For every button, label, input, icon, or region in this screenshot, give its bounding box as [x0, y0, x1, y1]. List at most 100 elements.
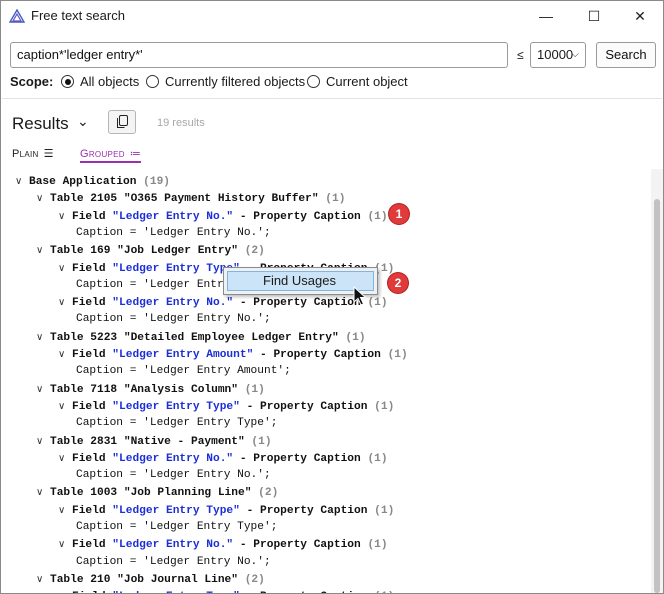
- tree-value-row: Caption = 'Ledger Entry No.';: [76, 311, 271, 328]
- search-button[interactable]: Search: [596, 42, 656, 68]
- caption-value: Caption = 'Ledger Entry No.';: [76, 555, 271, 568]
- title-bar: Free text search — ☐ ✕: [1, 1, 663, 31]
- field-property: - Property Caption: [233, 452, 361, 465]
- field-prefix: Field: [72, 539, 113, 552]
- tree-table-row[interactable]: ∨ Table 5223 "Detailed Employee Ledger En…: [36, 329, 366, 346]
- field-name: "Ledger Entry No.": [112, 539, 234, 552]
- field-name: "Ledger Entry No.": [112, 297, 234, 310]
- field-name: "Ledger Entry Type": [112, 504, 240, 517]
- table-name: Table 1003 "Job Planning Line": [50, 487, 252, 500]
- tree-table-row[interactable]: ∨ Table 2105 "O365 Payment History Buffer…: [36, 190, 345, 207]
- tree-field-row[interactable]: ∨ Field "Ledger Entry No." - Property Cap…: [58, 294, 388, 311]
- chevron-down-icon: ⌵: [571, 49, 579, 60]
- result-limit-select[interactable]: 10000 ⌵: [530, 42, 586, 68]
- minimize-button[interactable]: —: [523, 1, 569, 31]
- tree-group-row[interactable]: ∨ Base Application (19): [15, 173, 170, 190]
- results-tree: ∨ Base Application (19) ∨ Table 2105 "O365 …: [1, 169, 649, 593]
- field-prefix: Field: [72, 262, 113, 275]
- divider: [2, 98, 662, 99]
- match-count: (1): [374, 400, 395, 413]
- tree-value-row: Caption = 'Ledger Entry No.';: [76, 554, 271, 571]
- results-count: 19 results: [157, 117, 205, 129]
- tab-grouped[interactable]: Grouped ≔: [80, 147, 142, 163]
- field-name: "Ledger Entry No.": [112, 452, 234, 465]
- results-collapse-chevron-icon[interactable]: ⌄: [77, 113, 89, 130]
- match-count: (1): [367, 539, 388, 552]
- search-input[interactable]: caption*'ledger entry*': [10, 42, 508, 68]
- maximize-button[interactable]: ☐: [571, 1, 617, 31]
- callout-badge-2: 2: [388, 273, 408, 293]
- chevron-down-icon[interactable]: ∨: [58, 398, 72, 415]
- copy-results-button[interactable]: [108, 110, 136, 134]
- caption-value: Caption = 'Ledger Entry No.';: [76, 313, 271, 326]
- tree-field-row[interactable]: ∨ Field "Ledger Entry No." - Property Cap…: [58, 450, 388, 467]
- find-usages-menu-item[interactable]: Find Usages: [227, 271, 374, 291]
- tree-table-row[interactable]: ∨ Table 210 "Job Journal Line" (2): [36, 571, 265, 588]
- tree-value-row: Caption = 'Ledger Entry Type';: [76, 415, 277, 432]
- field-prefix: Field: [72, 297, 113, 310]
- field-name: "Ledger Entry Type": [112, 262, 240, 275]
- grouped-list-icon: ≔: [129, 148, 142, 160]
- chevron-down-icon[interactable]: ∨: [36, 381, 50, 398]
- tree-value-row: Caption = 'Ledger Entry No.';: [76, 467, 271, 484]
- chevron-down-icon[interactable]: ∨: [58, 588, 72, 593]
- caption-value: Caption = 'Ledger Entry Type';: [76, 521, 278, 533]
- caption-value: Caption = 'Ledger Entry No.';: [76, 226, 271, 239]
- tree-field-row[interactable]: ∨Field "Ledger Entry Type" - Property Ca…: [58, 588, 394, 593]
- scrollbar-thumb[interactable]: [654, 199, 660, 593]
- tree-table-row[interactable]: ∨ Table 169 "Job Ledger Entry" (2): [36, 242, 265, 259]
- chevron-down-icon[interactable]: ∨: [36, 329, 50, 346]
- vertical-scrollbar[interactable]: [651, 169, 663, 593]
- list-icon: ☰: [43, 148, 54, 160]
- group-name: Base Application: [29, 176, 137, 188]
- chevron-down-icon[interactable]: ∨: [36, 190, 50, 207]
- match-count: (1): [374, 504, 395, 517]
- caption-value: Caption = 'Ledger Entry Type';: [76, 417, 278, 430]
- field-property: - Property Caption: [239, 400, 368, 413]
- tree-table-row[interactable]: ∨ Table 2831 "Native - Payment" (1): [36, 433, 272, 450]
- table-name: Table 2831 "Native - Payment": [50, 435, 245, 448]
- chevron-down-icon[interactable]: ∨: [58, 502, 72, 519]
- scope-all-objects-radio[interactable]: All objects: [61, 74, 139, 89]
- tree-table-row[interactable]: ∨ Table 7118 "Analysis Column" (1): [36, 381, 265, 398]
- table-name: Table 210 "Job Journal Line": [50, 573, 238, 586]
- free-text-search-window: Free text search — ☐ ✕ caption*'ledger e…: [0, 0, 664, 594]
- chevron-down-icon[interactable]: ∨: [58, 260, 72, 277]
- chevron-down-icon[interactable]: ∨: [58, 208, 72, 225]
- match-count: (1): [367, 210, 388, 223]
- tree-field-row[interactable]: ∨ Field "Ledger Entry No." - Property Cap…: [58, 208, 388, 225]
- tree-field-row[interactable]: ∨Field "Ledger Entry Type" - Property Ca…: [58, 398, 394, 415]
- chevron-down-icon[interactable]: ∨: [36, 433, 50, 450]
- field-property: - Property Caption: [253, 349, 381, 361]
- results-title: Results: [12, 114, 69, 133]
- scope-filtered-objects-radio[interactable]: Currently filtered objects: [146, 74, 305, 89]
- table-name: Table 2105 "O365 Payment History Buffer": [50, 193, 319, 206]
- tab-plain[interactable]: Plain ☰: [12, 147, 54, 161]
- field-property: - Property Caption: [239, 504, 368, 517]
- chevron-down-icon[interactable]: ∨: [58, 536, 72, 553]
- chevron-down-icon[interactable]: ∨: [15, 173, 29, 190]
- chevron-down-icon[interactable]: ∨: [36, 571, 50, 588]
- tab-label: Grouped: [80, 147, 125, 160]
- chevron-down-icon[interactable]: ∨: [58, 450, 72, 467]
- chevron-down-icon[interactable]: ∨: [58, 346, 72, 363]
- match-count: (2): [244, 245, 265, 258]
- tree-field-row[interactable]: ∨Field "Ledger Entry Type" - Property Ca…: [58, 502, 394, 519]
- scope-current-object-radio[interactable]: Current object: [307, 74, 408, 89]
- limit-operator: ≤: [517, 48, 524, 62]
- chevron-down-icon[interactable]: ∨: [36, 242, 50, 259]
- chevron-down-icon[interactable]: ∨: [36, 484, 50, 501]
- tree-field-row[interactable]: ∨ Field "Ledger Entry Amount" - Property …: [58, 346, 408, 363]
- app-logo-icon: [9, 9, 25, 23]
- tree-value-row: Caption = 'Ledger Entry Type';: [76, 519, 277, 536]
- tree-field-row[interactable]: ∨ Field "Ledger Entry No." - Property Cap…: [58, 536, 388, 553]
- match-count: (1): [367, 297, 388, 310]
- chevron-down-icon[interactable]: ∨: [58, 294, 72, 311]
- callout-badge-1: 1: [389, 204, 409, 224]
- table-name: Table 7118 "Analysis Column": [50, 383, 238, 396]
- caption-value: Caption = 'Ledger Entry Amount';: [76, 365, 291, 378]
- close-button[interactable]: ✕: [617, 1, 663, 31]
- tree-table-row[interactable]: ∨ Table 1003 "Job Planning Line" (2): [36, 484, 278, 501]
- match-count: (2): [258, 487, 279, 500]
- match-count: (1): [367, 452, 388, 465]
